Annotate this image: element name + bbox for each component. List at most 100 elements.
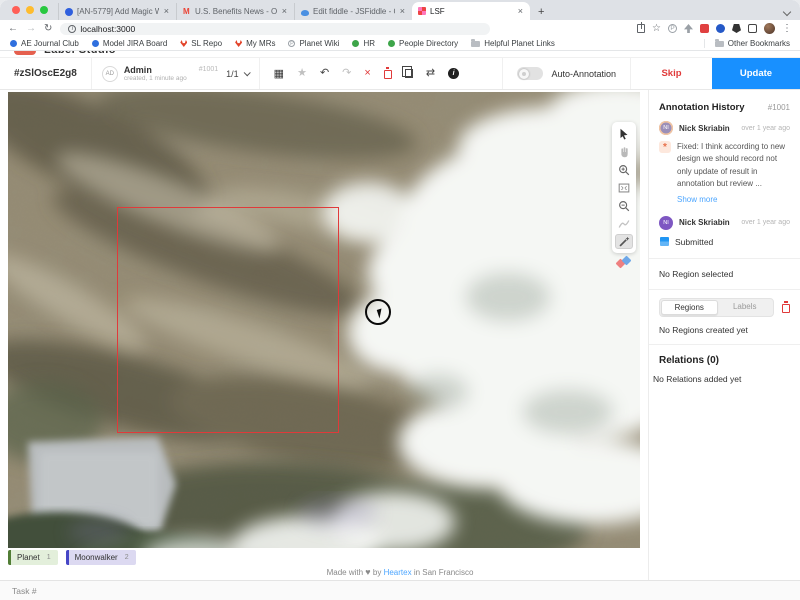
label-tag-planet[interactable]: Planet 1 <box>8 550 58 565</box>
bookmark-label: HR <box>363 39 375 48</box>
tab-close-icon[interactable]: × <box>517 7 524 16</box>
tab-title: Edit fiddle - JSFiddle - Code P <box>313 7 395 16</box>
history-comment: * Fixed: I think according to new design… <box>659 141 790 191</box>
zoom-out-tool[interactable] <box>615 198 633 213</box>
browser-menu-kebab-icon[interactable]: ⋮ <box>782 23 792 34</box>
submitted-text: Submitted <box>675 237 713 247</box>
profile-avatar[interactable] <box>764 23 775 34</box>
magic-wand-cursor <box>365 299 391 325</box>
auto-annotation-toggle[interactable] <box>517 67 543 80</box>
reload-icon[interactable]: ↻ <box>44 24 52 34</box>
bookmark-helpful-planet-links[interactable]: Helpful Planet Links <box>471 39 555 48</box>
forward-icon[interactable]: → <box>26 24 36 34</box>
brush-tool[interactable] <box>615 216 633 231</box>
eraser-diamond-tool[interactable] <box>617 256 633 270</box>
reset-icon[interactable]: × <box>364 68 370 79</box>
browser-window: [AN-5779] Add Magic Wand fu × M U.S. Ben… <box>0 0 800 600</box>
tab-close-icon[interactable]: × <box>399 7 406 16</box>
label-hotkey: 2 <box>125 554 129 561</box>
settings-swap-icon[interactable]: ⇄ <box>426 68 435 79</box>
task-code: #zSlOscE2g8 <box>0 58 92 89</box>
url-input[interactable]: i localhost:3000 <box>60 23 490 35</box>
ground-truth-star-icon[interactable]: ★ <box>297 68 307 79</box>
folder-icon <box>715 41 724 47</box>
tab-labels[interactable]: Labels <box>718 300 773 315</box>
admin-avatar: AD <box>102 66 118 82</box>
tab-close-icon[interactable]: × <box>163 7 170 16</box>
history-entry[interactable]: NI Nick Skriabin over 1 year ago <box>659 216 790 230</box>
annotation-toolbar: ▦ ★ ↶ ↷ × ⇄ i <box>259 58 473 89</box>
duplicate-annotation-icon[interactable] <box>405 69 413 78</box>
info-icon[interactable]: i <box>448 68 459 79</box>
bookmark-favicon <box>92 40 99 47</box>
zoom-in-tool[interactable] <box>615 162 633 177</box>
extension-blue-icon[interactable] <box>716 24 725 33</box>
close-window-button[interactable] <box>12 6 20 14</box>
browser-tab-lsf-active[interactable]: LSF × <box>412 2 530 20</box>
bookmark-my-mrs[interactable]: My MRs <box>235 39 275 48</box>
browser-tab-benefits[interactable]: M U.S. Benefits News - Open Enr × <box>176 3 294 20</box>
undo-icon[interactable]: ↶ <box>320 68 329 79</box>
other-bookmarks[interactable]: Other Bookmarks <box>704 39 790 48</box>
history-user: Nick Skriabin <box>679 124 735 133</box>
main-content: Planet 1 Moonwalker 2 Made with ♥ by Hea… <box>0 90 800 580</box>
fixed-flower-icon: * <box>659 141 671 153</box>
heartex-link[interactable]: Heartex <box>384 568 412 577</box>
side-panel-icon[interactable] <box>748 24 757 33</box>
browser-tab-jsfiddle[interactable]: Edit fiddle - JSFiddle - Code P × <box>294 3 412 20</box>
site-info-icon[interactable]: i <box>68 25 76 33</box>
grid-view-icon[interactable]: ▦ <box>274 67 284 80</box>
pan-hand-tool[interactable] <box>615 144 633 159</box>
bookmark-planet-wiki[interactable]: P Planet Wiki <box>288 39 339 48</box>
history-entry[interactable]: NI Nick Skriabin over 1 year ago <box>659 121 790 135</box>
pointer-tool[interactable] <box>615 126 633 141</box>
bookmark-hr[interactable]: HR <box>352 39 375 48</box>
extension-red-icon[interactable] <box>700 24 709 33</box>
annotation-bbox[interactable] <box>117 207 339 433</box>
extension-dark-icon[interactable] <box>732 24 741 33</box>
tab-close-icon[interactable]: × <box>281 7 288 16</box>
show-more-link[interactable]: Show more <box>677 195 790 204</box>
annotation-pager-dropdown[interactable]: 1/1 <box>224 58 259 89</box>
bookmark-label: Helpful Planet Links <box>484 39 555 48</box>
redo-icon[interactable]: ↷ <box>342 68 351 79</box>
auto-annotation-control: Auto-Annotation <box>502 58 630 89</box>
new-tab-button[interactable]: + <box>530 6 552 20</box>
bookmark-label: Planet Wiki <box>299 39 339 48</box>
chevron-down-icon <box>243 69 250 76</box>
address-bar: ← → ↻ i localhost:3000 ☆ P ⋮ <box>0 20 800 37</box>
fit-screen-tool[interactable] <box>615 180 633 195</box>
p-circle-icon: P <box>288 40 295 47</box>
bookmark-label: SL Repo <box>191 39 222 48</box>
submitted-icon <box>660 237 669 246</box>
tab-search-chevron-icon[interactable] <box>783 8 791 16</box>
share-icon[interactable] <box>637 24 645 33</box>
footer-text: by <box>373 568 381 577</box>
browser-tab-jira[interactable]: [AN-5779] Add Magic Wand fu × <box>58 3 176 20</box>
minimize-window-button[interactable] <box>26 6 34 14</box>
magic-wand-tool[interactable] <box>615 234 633 249</box>
extension-tree-icon[interactable] <box>684 24 693 33</box>
back-icon[interactable]: ← <box>8 24 18 34</box>
update-button[interactable]: Update <box>712 58 800 89</box>
skip-button[interactable]: Skip <box>630 58 712 89</box>
annotation-canvas[interactable] <box>8 92 640 548</box>
bookmark-people-directory[interactable]: People Directory <box>388 39 458 48</box>
annotation-header: #zSlOscE2g8 AD Admin created, 1 minute a… <box>0 57 800 90</box>
gitlab-icon <box>180 40 187 47</box>
delete-regions-icon[interactable] <box>782 304 790 313</box>
user-avatar: NI <box>659 216 673 230</box>
bookmark-sl-repo[interactable]: SL Repo <box>180 39 222 48</box>
folder-icon <box>471 41 480 47</box>
maximize-window-button[interactable] <box>40 6 48 14</box>
extension-p-icon[interactable]: P <box>668 24 677 33</box>
tab-title: LSF <box>430 7 513 16</box>
bookmark-ae-journal-club[interactable]: AE Journal Club <box>10 39 79 48</box>
bookmark-star-icon[interactable]: ☆ <box>652 24 661 34</box>
bookmark-label: My MRs <box>246 39 275 48</box>
label-name: Moonwalker <box>75 553 118 562</box>
tab-regions[interactable]: Regions <box>661 300 718 315</box>
bookmark-model-jira-board[interactable]: Model JIRA Board <box>92 39 167 48</box>
delete-annotation-icon[interactable] <box>384 70 392 79</box>
label-tag-moonwalker[interactable]: Moonwalker 2 <box>66 550 136 565</box>
